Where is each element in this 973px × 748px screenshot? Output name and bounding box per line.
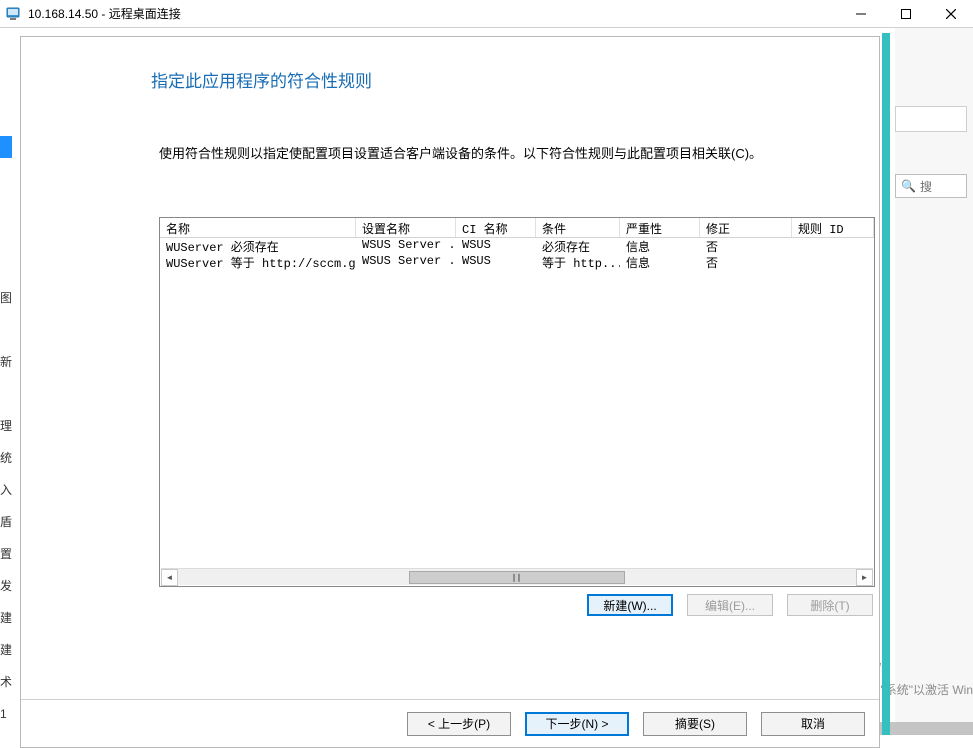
- window-titlebar: 10.168.14.50 - 远程桌面连接: [0, 0, 973, 28]
- wizard-button-bar: < 上一步(P) 下一步(N) > 摘要(S) 取消: [21, 699, 879, 747]
- scroll-right-arrow-icon[interactable]: ►: [856, 569, 873, 586]
- table-row[interactable]: WUServer 等于 http://sccm.g... WSUS Server…: [160, 254, 874, 270]
- next-button[interactable]: 下一步(N) >: [525, 712, 629, 736]
- table-row[interactable]: WUServer 必须存在 WSUS Server ... WSUS 必须存在 …: [160, 238, 874, 254]
- cell-ruleid: [792, 238, 874, 254]
- scroll-track[interactable]: ∥∥: [178, 569, 856, 586]
- rules-listview[interactable]: 名称 设置名称 CI 名称 条件 严重性 修正 规则 ID WUServer 必…: [159, 217, 875, 587]
- scroll-left-arrow-icon[interactable]: ◄: [161, 569, 178, 586]
- window-title: 10.168.14.50 - 远程桌面连接: [28, 5, 838, 22]
- cell-severity: 信息: [620, 238, 700, 254]
- background-search-box[interactable]: 🔍 搜: [895, 174, 967, 198]
- column-header-fix[interactable]: 修正: [700, 218, 792, 237]
- maximize-button[interactable]: [883, 0, 928, 28]
- column-header-condition[interactable]: 条件: [536, 218, 620, 237]
- cell-condition: 等于 http...: [536, 254, 620, 270]
- cell-name: WUServer 必须存在: [160, 238, 356, 254]
- new-rule-button[interactable]: 新建(W)...: [587, 594, 673, 616]
- column-header-severity[interactable]: 严重性: [620, 218, 700, 237]
- wizard-title: 指定此应用程序的符合性规则: [21, 37, 879, 92]
- search-placeholder: 搜: [920, 178, 932, 195]
- cell-fix: 否: [700, 254, 792, 270]
- background-address-fragment: [895, 106, 967, 132]
- cell-setting: WSUS Server ...: [356, 254, 456, 270]
- edit-rule-button[interactable]: 编辑(E)...: [687, 594, 773, 616]
- cell-severity: 信息: [620, 254, 700, 270]
- cancel-button[interactable]: 取消: [761, 712, 865, 736]
- rdp-icon: [6, 6, 22, 22]
- close-button[interactable]: [928, 0, 973, 28]
- search-icon: 🔍: [901, 179, 916, 193]
- cell-fix: 否: [700, 238, 792, 254]
- cell-ci: WSUS: [456, 254, 536, 270]
- column-header-ruleid[interactable]: 规则 ID: [792, 218, 874, 237]
- cell-condition: 必须存在: [536, 238, 620, 254]
- left-selected-row-fragment: [0, 136, 12, 158]
- window-controls: [838, 0, 973, 28]
- minimize-button[interactable]: [838, 0, 883, 28]
- cell-ci: WSUS: [456, 238, 536, 254]
- delete-rule-button[interactable]: 删除(T): [787, 594, 873, 616]
- cell-setting: WSUS Server ...: [356, 238, 456, 254]
- cell-ruleid: [792, 254, 874, 270]
- wizard-description: 使用符合性规则以指定使配置项目设置适合客户端设备的条件。以下符合性规则与此配置项…: [21, 92, 879, 164]
- cell-name: WUServer 等于 http://sccm.g...: [160, 254, 356, 270]
- scroll-thumb[interactable]: ∥∥: [409, 571, 626, 584]
- compliance-rules-wizard: 指定此应用程序的符合性规则 使用符合性规则以指定使配置项目设置适合客户端设备的条…: [20, 36, 880, 748]
- listview-header-row: 名称 设置名称 CI 名称 条件 严重性 修正 规则 ID: [160, 218, 874, 238]
- left-clipped-strip: 图新理统入盾置发建建术18: [0, 28, 12, 735]
- column-header-name[interactable]: 名称: [160, 218, 356, 237]
- summary-button[interactable]: 摘要(S): [643, 712, 747, 736]
- right-accent-stripe: [882, 33, 890, 735]
- rule-buttons-row: 新建(W)... 编辑(E)... 删除(T): [587, 594, 873, 616]
- listview-horizontal-scrollbar[interactable]: ◄ ∥∥ ►: [161, 568, 873, 585]
- column-header-setting[interactable]: 设置名称: [356, 218, 456, 237]
- previous-button[interactable]: < 上一步(P): [407, 712, 511, 736]
- background-panel: 🔍 搜: [895, 28, 973, 735]
- column-header-ci[interactable]: CI 名称: [456, 218, 536, 237]
